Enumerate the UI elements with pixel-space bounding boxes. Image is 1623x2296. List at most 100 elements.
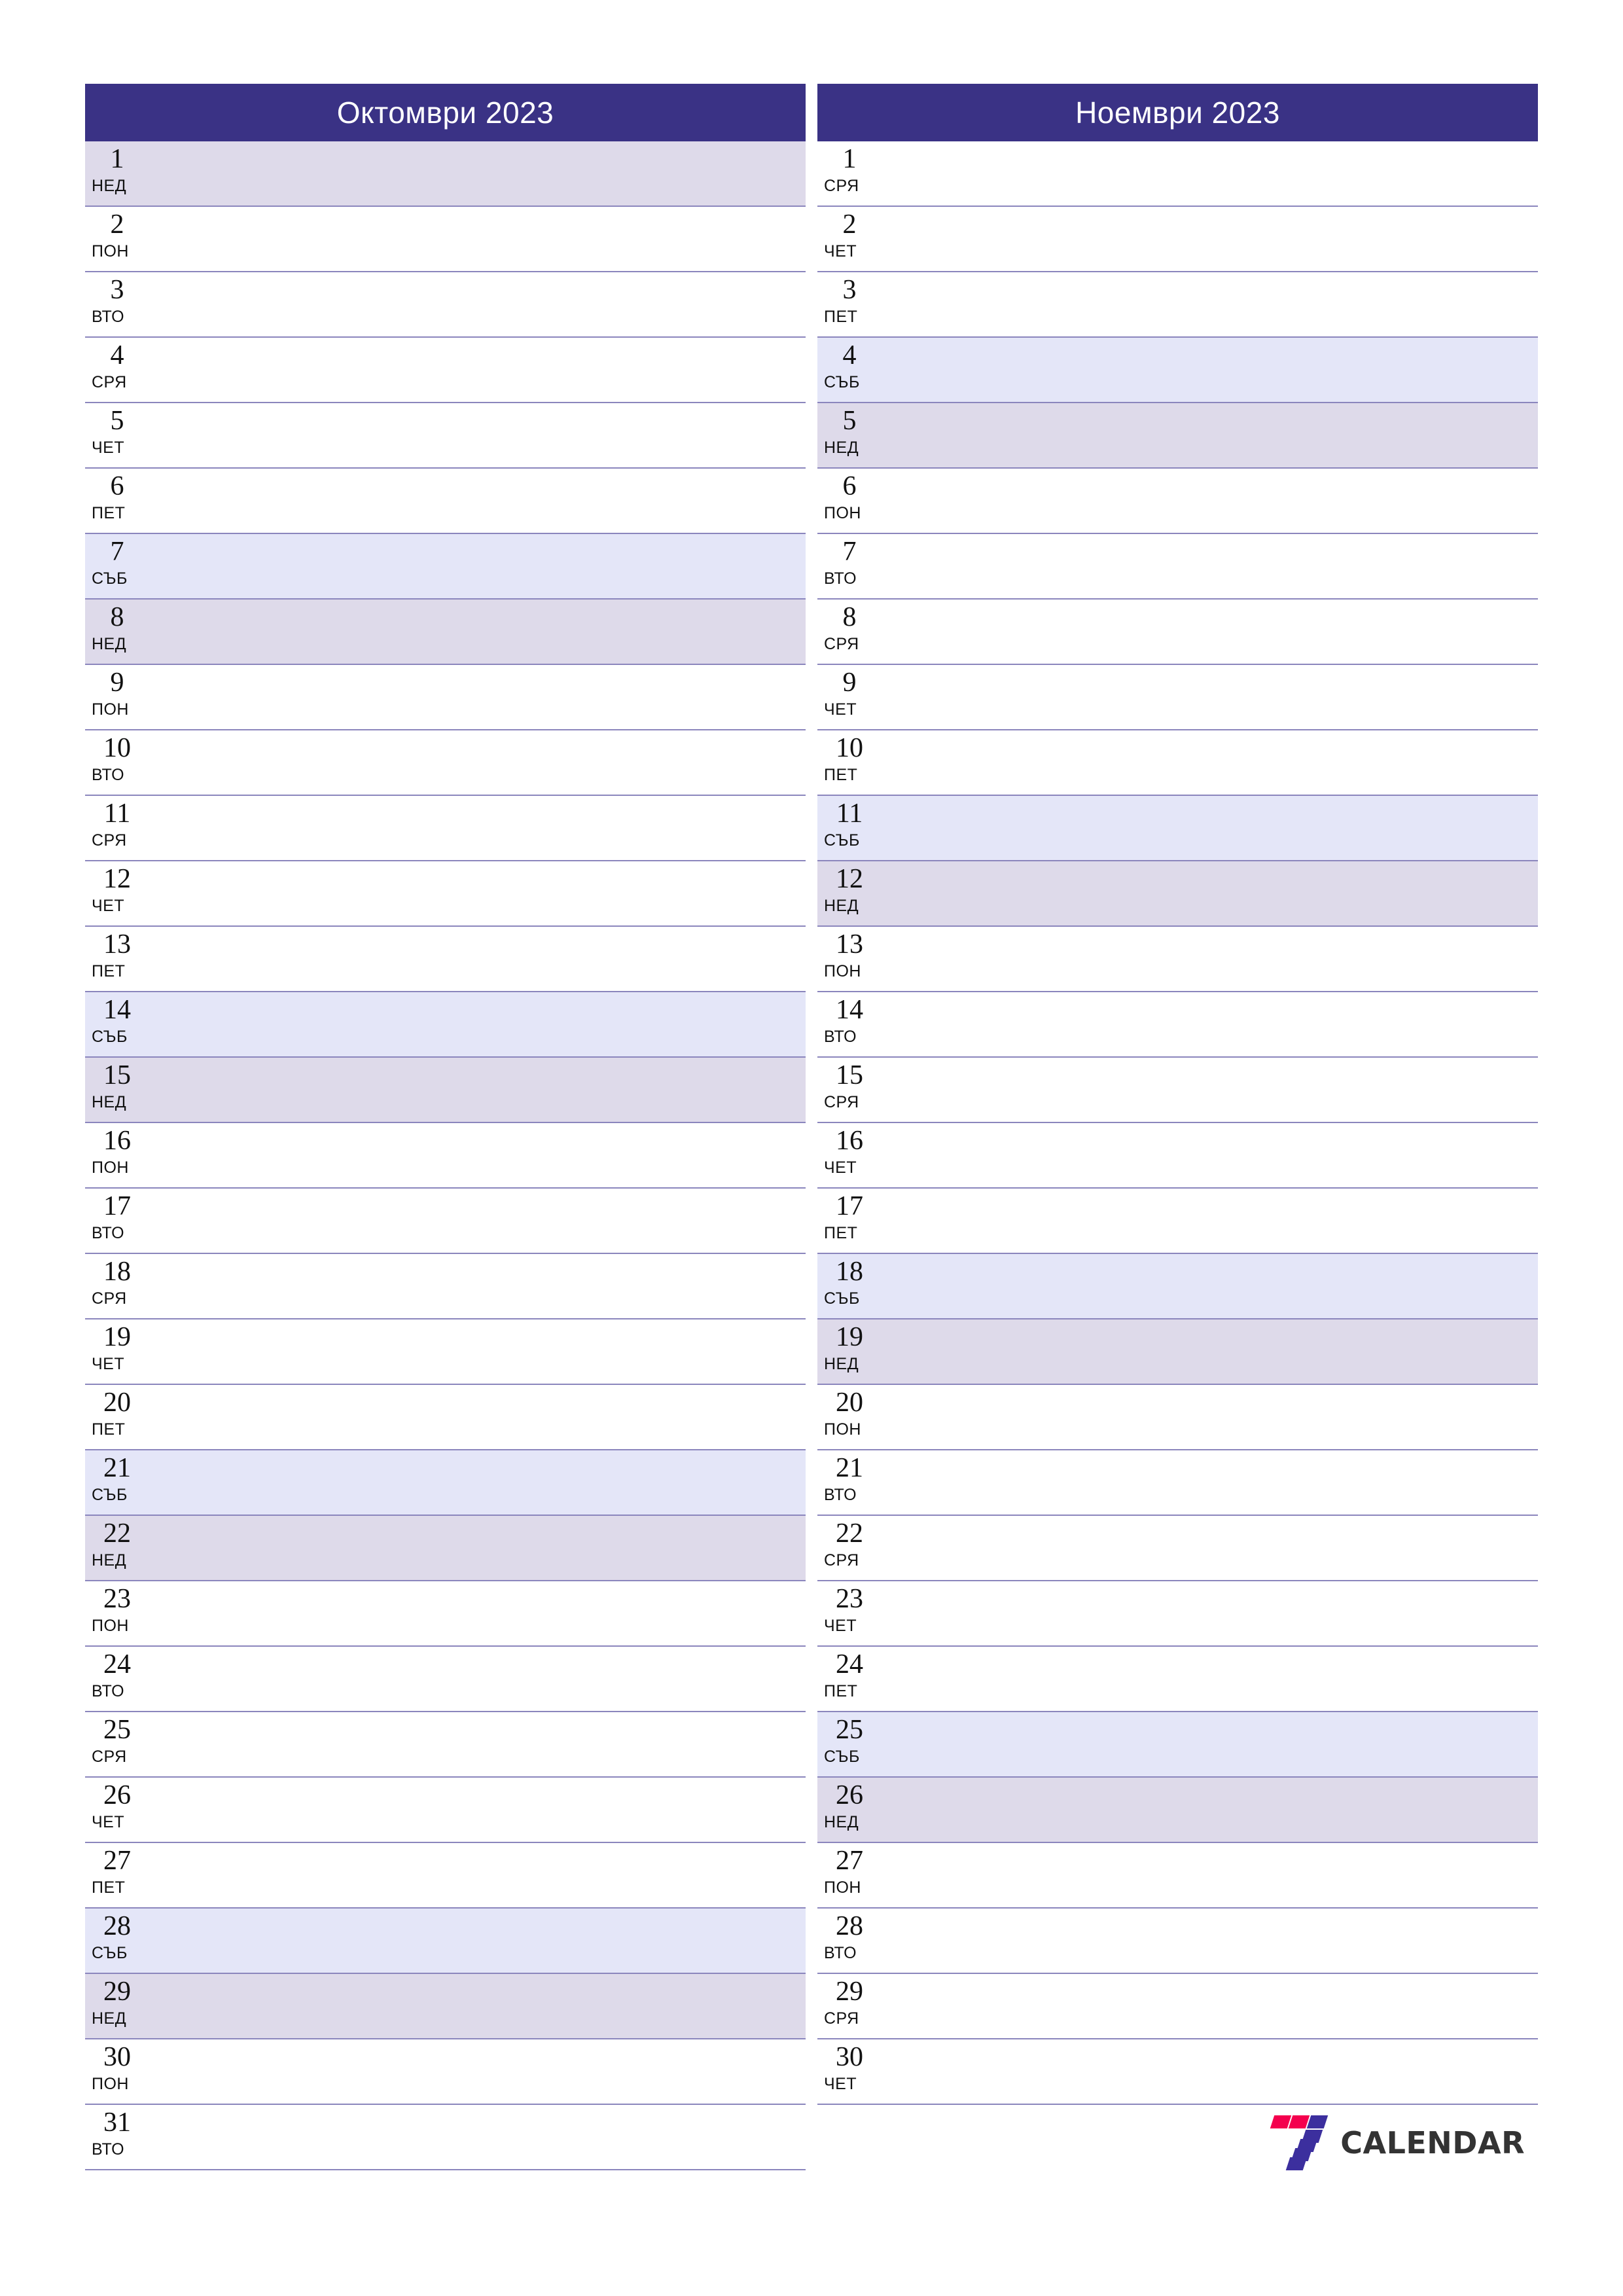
day-number: 25 <box>836 1715 863 1745</box>
day-row[interactable]: 15 СРЯ <box>817 1058 1538 1123</box>
day-weekday-abbr: ПОН <box>92 1158 129 1177</box>
day-row[interactable]: 20 ПЕТ <box>85 1385 806 1450</box>
day-number: 8 <box>110 602 124 632</box>
day-number: 24 <box>836 1649 863 1679</box>
day-row[interactable]: 26 НЕД <box>817 1778 1538 1843</box>
day-row[interactable]: 28 ВТО <box>817 1909 1538 1974</box>
day-row[interactable]: 21 ВТО <box>817 1450 1538 1516</box>
day-row[interactable]: 1 НЕД <box>85 141 806 207</box>
day-weekday-abbr: ВТО <box>92 2140 125 2159</box>
day-row[interactable]: 3 ПЕТ <box>817 272 1538 338</box>
day-weekday-abbr: СРЯ <box>824 1551 859 1570</box>
day-row[interactable]: 12 НЕД <box>817 861 1538 927</box>
day-row[interactable]: 9 ЧЕТ <box>817 665 1538 730</box>
day-row[interactable]: 23 ПОН <box>85 1581 806 1647</box>
day-row[interactable]: 29 СРЯ <box>817 1974 1538 2039</box>
day-row[interactable]: 2 ПОН <box>85 207 806 272</box>
day-row[interactable]: 20 ПОН <box>817 1385 1538 1450</box>
day-row[interactable]: 10 ПЕТ <box>817 730 1538 796</box>
day-row[interactable]: 18 СРЯ <box>85 1254 806 1319</box>
day-row[interactable]: 6 ПЕТ <box>85 469 806 534</box>
month-header-october: Октомври 2023 <box>85 84 806 141</box>
day-row[interactable]: 14 ВТО <box>817 992 1538 1058</box>
day-row[interactable]: 27 ПЕТ <box>85 1843 806 1909</box>
day-number: 9 <box>842 668 857 698</box>
month-column-october: Октомври 2023 1 НЕД 2 ПОН 3 ВТО 4 СРЯ 5 ЧЕТ 6 ПЕТ 7 С… <box>85 84 806 2170</box>
day-row[interactable]: 13 ПОН <box>817 927 1538 992</box>
day-number: 15 <box>103 1060 131 1090</box>
day-row[interactable]: 19 ЧЕТ <box>85 1319 806 1385</box>
day-row[interactable]: 4 СРЯ <box>85 338 806 403</box>
day-number: 14 <box>836 995 863 1025</box>
day-row[interactable]: 3 ВТО <box>85 272 806 338</box>
day-weekday-abbr: СЪБ <box>824 373 860 391</box>
day-number: 26 <box>836 1780 863 1810</box>
day-row[interactable]: 11 СЪБ <box>817 796 1538 861</box>
day-weekday-abbr: ВТО <box>92 308 125 326</box>
day-row[interactable]: 27 ПОН <box>817 1843 1538 1909</box>
day-row[interactable]: 16 ЧЕТ <box>817 1123 1538 1189</box>
day-row[interactable]: 15 НЕД <box>85 1058 806 1123</box>
day-list-november: 1 СРЯ 2 ЧЕТ 3 ПЕТ 4 СЪБ 5 НЕД 6 ПОН 7 ВТО 8 СРЯ 9 ЧЕТ 10 ПЕ… <box>817 141 1538 2105</box>
day-number: 19 <box>836 1322 863 1352</box>
day-row[interactable]: 22 СРЯ <box>817 1516 1538 1581</box>
day-row[interactable]: 8 СРЯ <box>817 600 1538 665</box>
day-row[interactable]: 2 ЧЕТ <box>817 207 1538 272</box>
month-column-november: Ноември 2023 1 СРЯ 2 ЧЕТ 3 ПЕТ 4 СЪБ 5 НЕД 6 ПОН 7 ВТ… <box>817 84 1538 2186</box>
day-row[interactable]: 24 ПЕТ <box>817 1647 1538 1712</box>
day-row[interactable]: 23 ЧЕТ <box>817 1581 1538 1647</box>
day-row[interactable]: 4 СЪБ <box>817 338 1538 403</box>
day-weekday-abbr: СРЯ <box>824 1093 859 1111</box>
day-number: 1 <box>842 144 857 174</box>
day-row[interactable]: 14 СЪБ <box>85 992 806 1058</box>
day-row[interactable]: 13 ПЕТ <box>85 927 806 992</box>
day-number: 2 <box>842 209 857 240</box>
day-row[interactable]: 9 ПОН <box>85 665 806 730</box>
day-number: 29 <box>103 1977 131 2007</box>
day-row[interactable]: 29 НЕД <box>85 1974 806 2039</box>
day-number: 29 <box>836 1977 863 2007</box>
day-row[interactable]: 7 ВТО <box>817 534 1538 600</box>
day-row[interactable]: 16 ПОН <box>85 1123 806 1189</box>
day-row[interactable]: 11 СРЯ <box>85 796 806 861</box>
day-number: 16 <box>103 1126 131 1156</box>
day-number: 14 <box>103 995 131 1025</box>
day-row[interactable]: 17 ПЕТ <box>817 1189 1538 1254</box>
day-weekday-abbr: ПЕТ <box>92 1878 126 1897</box>
day-weekday-abbr: ЧЕТ <box>824 700 857 719</box>
day-weekday-abbr: ПОН <box>92 2075 129 2093</box>
day-row[interactable]: 21 СЪБ <box>85 1450 806 1516</box>
day-number: 10 <box>836 733 863 763</box>
day-row[interactable]: 25 СРЯ <box>85 1712 806 1778</box>
day-row[interactable]: 18 СЪБ <box>817 1254 1538 1319</box>
day-row[interactable]: 1 СРЯ <box>817 141 1538 207</box>
day-row[interactable]: 7 СЪБ <box>85 534 806 600</box>
day-row[interactable]: 25 СЪБ <box>817 1712 1538 1778</box>
day-row[interactable]: 22 НЕД <box>85 1516 806 1581</box>
day-weekday-abbr: ПЕТ <box>92 1420 126 1439</box>
day-row[interactable]: 24 ВТО <box>85 1647 806 1712</box>
day-row[interactable]: 19 НЕД <box>817 1319 1538 1385</box>
day-weekday-abbr: НЕД <box>92 635 127 653</box>
day-number: 9 <box>110 668 124 698</box>
day-row[interactable]: 26 ЧЕТ <box>85 1778 806 1843</box>
day-weekday-abbr: СРЯ <box>824 177 859 195</box>
day-number: 7 <box>110 537 124 567</box>
day-number: 18 <box>836 1257 863 1287</box>
day-number: 12 <box>103 864 131 894</box>
day-row[interactable]: 6 ПОН <box>817 469 1538 534</box>
day-row[interactable]: 10 ВТО <box>85 730 806 796</box>
day-row[interactable]: 17 ВТО <box>85 1189 806 1254</box>
day-number: 23 <box>103 1584 131 1614</box>
day-row[interactable]: 12 ЧЕТ <box>85 861 806 927</box>
day-row[interactable]: 30 ЧЕТ <box>817 2039 1538 2105</box>
day-weekday-abbr: ЧЕТ <box>824 242 857 260</box>
day-row[interactable]: 28 СЪБ <box>85 1909 806 1974</box>
day-row[interactable]: 8 НЕД <box>85 600 806 665</box>
day-row[interactable]: 31 ВТО <box>85 2105 806 2170</box>
day-number: 27 <box>836 1846 863 1876</box>
day-number: 11 <box>836 798 863 829</box>
day-row[interactable]: 30 ПОН <box>85 2039 806 2105</box>
day-row[interactable]: 5 НЕД <box>817 403 1538 469</box>
day-row[interactable]: 5 ЧЕТ <box>85 403 806 469</box>
